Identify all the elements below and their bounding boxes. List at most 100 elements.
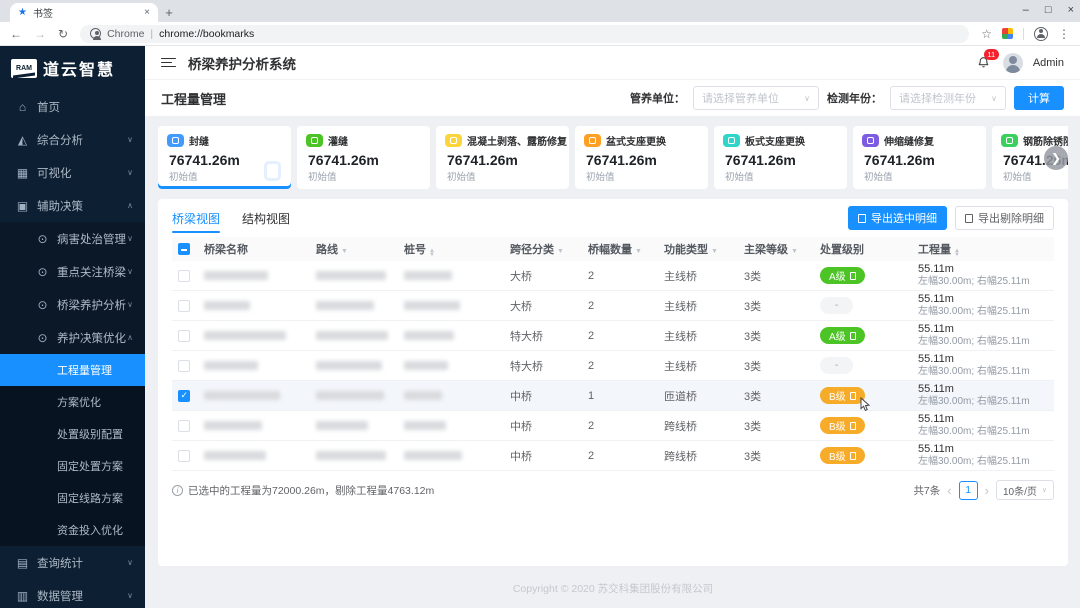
level-badge[interactable]: B级: [820, 417, 865, 434]
girder-class-cell: 3类: [738, 410, 814, 441]
select-all-checkbox[interactable]: [178, 243, 190, 256]
level-badge[interactable]: B级: [820, 387, 865, 404]
sidebar-item-可视化[interactable]: ▦ 可视化 ∨: [0, 156, 145, 189]
user-name[interactable]: Admin: [1033, 57, 1064, 69]
table-row[interactable]: 特大桥 2 主线桥 3类 A级 55.11m 左幅30.00m; 右幅25.11…: [172, 320, 1054, 351]
column-header-girder[interactable]: 主梁等级 ▼: [738, 237, 814, 261]
stat-card-伸缩缝修复[interactable]: 伸缩缝修复 76741.26m 初始值: [853, 126, 986, 189]
row-checkbox[interactable]: [178, 359, 190, 372]
sidebar-item-方案优化[interactable]: 方案优化: [0, 386, 145, 418]
sidebar-item-桥梁养护分析[interactable]: ⊙ 桥梁养护分析 ∨: [0, 288, 145, 321]
row-checkbox[interactable]: [178, 329, 190, 342]
prev-page-button[interactable]: ‹: [947, 483, 951, 498]
row-checkbox[interactable]: [178, 269, 190, 282]
sidebar-item-处置级别配置[interactable]: 处置级别配置: [0, 418, 145, 450]
filter-icon[interactable]: ▼: [341, 248, 348, 255]
sidebar-item-固定线路方案[interactable]: 固定线路方案: [0, 482, 145, 514]
filter-icon[interactable]: ▼: [635, 248, 642, 255]
sidebar-item-数据管理[interactable]: ▥ 数据管理 ∨: [0, 579, 145, 608]
sidebar-item-工程量管理[interactable]: 工程量管理: [0, 354, 145, 386]
level-badge[interactable]: B级: [820, 447, 865, 464]
browser-tab[interactable]: ★ 书签 ×: [10, 3, 158, 22]
column-header-level: 处置级别: [814, 237, 912, 261]
row-checkbox[interactable]: [178, 449, 190, 462]
card-watermark-icon: [264, 161, 281, 181]
sidebar-item-综合分析[interactable]: ◭ 综合分析 ∨: [0, 123, 145, 156]
new-tab-button[interactable]: +: [158, 3, 180, 22]
notification-bell-icon[interactable]: 11: [977, 48, 999, 71]
stat-card-灌缝[interactable]: 灌缝 76741.26m 初始值: [297, 126, 430, 189]
column-header-route[interactable]: 路线 ▼: [310, 237, 398, 261]
sidebar-item-重点关注桥梁[interactable]: ⊙ 重点关注桥梁 ∨: [0, 255, 145, 288]
sidebar-item-label: 辅助决策: [37, 200, 83, 213]
view-tabs: 桥梁视图 结构视图: [172, 199, 290, 237]
column-header-count[interactable]: 桥幅数量 ▼: [582, 237, 658, 261]
next-page-button[interactable]: ›: [985, 483, 989, 498]
sidebar-item-病害处治管理[interactable]: ⊙ 病害处治管理 ∨: [0, 222, 145, 255]
user-avatar[interactable]: [1002, 52, 1023, 73]
carousel-next-button[interactable]: ❯: [1044, 145, 1068, 170]
menu-collapse-icon[interactable]: [161, 57, 176, 68]
tab-close-icon[interactable]: ×: [144, 7, 150, 18]
stat-card-板式支座更换[interactable]: 板式支座更换 76741.26m 初始值: [714, 126, 847, 189]
menu-dots-icon[interactable]: ⋮: [1058, 27, 1070, 41]
filter-icon[interactable]: ▼: [791, 248, 798, 255]
stat-card-盆式支座更换[interactable]: 盆式支座更换 76741.26m 初始值: [575, 126, 708, 189]
pagination-total: 共7条: [913, 484, 941, 497]
column-header-qty[interactable]: 工程量 ▲ ▼: [912, 237, 1054, 261]
page-info-icon[interactable]: [90, 28, 102, 40]
bookmark-star-icon[interactable]: ☆: [981, 27, 992, 41]
export-removed-button[interactable]: 导出剔除明细: [955, 206, 1054, 230]
filter-icon[interactable]: ▼: [711, 248, 718, 255]
year-select[interactable]: 请选择检测年份 ∨: [890, 86, 1006, 110]
row-checkbox[interactable]: [178, 389, 190, 402]
stat-card-混凝土剥落、露筋修复[interactable]: 混凝土剥落、露筋修复 76741.26m 初始值: [436, 126, 569, 189]
row-checkbox[interactable]: [178, 299, 190, 312]
table-row[interactable]: 特大桥 2 主线桥 3类 - 55.11m 左幅30.00m; 右幅25.11m: [172, 350, 1054, 381]
span-class-cell: 中桥: [504, 410, 582, 441]
calculate-button[interactable]: 计算: [1014, 86, 1064, 110]
column-header-stake[interactable]: 桩号 ▲ ▼: [398, 237, 504, 261]
current-page[interactable]: 1: [958, 480, 978, 500]
tab-桥梁视图[interactable]: 桥梁视图: [172, 199, 221, 237]
sidebar-item-资金投入优化[interactable]: 资金投入优化: [0, 514, 145, 546]
table-row[interactable]: 中桥 2 跨线桥 3类 B级 55.11m 左幅30.00m; 右幅25.11m: [172, 440, 1054, 471]
window-close-button[interactable]: ×: [1068, 4, 1074, 16]
redacted-bridge-name: [204, 451, 266, 461]
sort-icon[interactable]: ▲ ▼: [954, 248, 960, 258]
sidebar-item-养护决策优化[interactable]: ⊙ 养护决策优化 ∧: [0, 321, 145, 354]
table-row[interactable]: 大桥 2 主线桥 3类 A级 55.11m 左幅30.00m; 右幅25.11m: [172, 261, 1054, 291]
level-badge[interactable]: A级: [820, 327, 865, 344]
column-header-span[interactable]: 跨径分类 ▼: [504, 237, 582, 261]
back-button[interactable]: ←: [10, 27, 22, 41]
sidebar-item-查询统计[interactable]: ▤ 查询统计 ∨: [0, 546, 145, 579]
window-minimize-button[interactable]: –: [1023, 4, 1029, 16]
profile-icon[interactable]: [1034, 26, 1048, 41]
sidebar-item-辅助决策[interactable]: ▣ 辅助决策 ∧: [0, 189, 145, 222]
address-bar[interactable]: Chrome | chrome://bookmarks: [80, 24, 970, 43]
level-badge[interactable]: A级: [820, 267, 865, 284]
table-row[interactable]: 大桥 2 主线桥 3类 - 55.11m 左幅30.00m; 右幅25.11m: [172, 290, 1054, 321]
window-maximize-button[interactable]: □: [1045, 4, 1052, 16]
forward-button[interactable]: →: [34, 27, 46, 41]
sort-icon[interactable]: ▲ ▼: [429, 248, 435, 258]
tab-结构视图[interactable]: 结构视图: [242, 199, 290, 237]
column-header-func[interactable]: 功能类型 ▼: [658, 237, 738, 261]
row-checkbox[interactable]: [178, 419, 190, 432]
unit-select[interactable]: 请选择管养单位 ∨: [693, 86, 819, 110]
span-class-cell: 中桥: [504, 380, 582, 411]
chevron-down-icon: ∨: [127, 267, 133, 276]
sidebar-item-首页[interactable]: ⌂ 首页: [0, 90, 145, 123]
card-title: 伸缩缝修复: [884, 137, 934, 148]
sidebar-item-固定处置方案[interactable]: 固定处置方案: [0, 450, 145, 482]
table-row[interactable]: 中桥 1 匝道桥 3类 B级 55.11m 左幅30.00m; 右幅25.11m: [172, 380, 1054, 412]
sidebar-item-label: 养护决策优化: [57, 332, 126, 345]
info-icon: i: [172, 484, 183, 496]
reload-button[interactable]: ↻: [58, 27, 68, 41]
extension-icon[interactable]: [1002, 28, 1013, 39]
filter-icon[interactable]: ▼: [557, 248, 564, 255]
page-size-select[interactable]: 10条/页 ∨: [995, 480, 1054, 500]
stat-card-封缝[interactable]: 封缝 76741.26m 初始值: [158, 126, 291, 189]
export-selected-button[interactable]: 导出选中明细: [848, 206, 947, 230]
table-row[interactable]: 中桥 2 跨线桥 3类 B级 55.11m 左幅30.00m; 右幅25.11m: [172, 410, 1054, 441]
